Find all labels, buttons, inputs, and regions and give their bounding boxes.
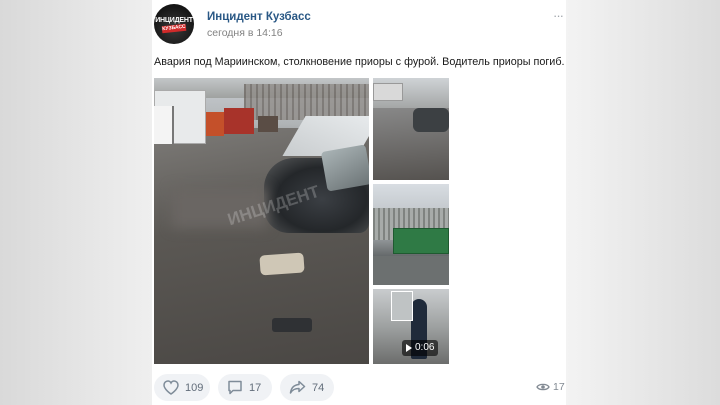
page-background-left bbox=[0, 0, 152, 405]
seat-cushion bbox=[259, 252, 305, 276]
avatar[interactable]: ИНЦИДЕНТ КУЗБАСС bbox=[154, 4, 194, 44]
truck-white-cab bbox=[154, 106, 174, 144]
debris-bottom bbox=[272, 318, 312, 332]
post-text: Авария под Мариинском, столкновение прио… bbox=[154, 56, 565, 68]
post-card: ИНЦИДЕНТ КУЗБАСС Инцидент Кузбасс сегодн… bbox=[152, 0, 566, 405]
video-duration-badge: 0:06 bbox=[402, 340, 439, 356]
comment-icon bbox=[227, 380, 243, 395]
video-duration: 0:06 bbox=[415, 342, 435, 353]
post-author[interactable]: Инцидент Кузбасс bbox=[207, 11, 311, 23]
like-count: 109 bbox=[185, 381, 204, 394]
views-count: 17 bbox=[553, 381, 565, 393]
inset-photo bbox=[391, 291, 413, 321]
avatar-logo-line1: ИНЦИДЕНТ bbox=[155, 17, 193, 24]
post-video-thumb[interactable]: 0:06 bbox=[373, 289, 449, 364]
trucks bbox=[373, 83, 403, 101]
post-photo-main[interactable]: ИНЦИДЕНТ bbox=[154, 78, 369, 364]
post-timestamp[interactable]: сегодня в 14:16 bbox=[207, 27, 283, 39]
share-count: 74 bbox=[312, 381, 325, 394]
comment-count: 17 bbox=[249, 381, 262, 394]
trees bbox=[244, 84, 369, 120]
more-options-icon[interactable]: ··· bbox=[552, 9, 564, 24]
page-background-right bbox=[566, 0, 720, 405]
road bbox=[373, 256, 449, 285]
play-icon bbox=[406, 344, 412, 352]
views-counter: 17 bbox=[536, 381, 565, 393]
like-button[interactable]: 109 bbox=[154, 374, 210, 401]
comment-button[interactable]: 17 bbox=[218, 374, 272, 401]
eye-icon bbox=[536, 382, 550, 392]
post-photo-thumb-1[interactable] bbox=[373, 78, 449, 180]
truck-green bbox=[393, 228, 449, 254]
share-icon bbox=[289, 380, 306, 395]
avatar-logo-line2: КУЗБАСС bbox=[161, 23, 187, 34]
post-photo-thumb-2[interactable] bbox=[373, 184, 449, 285]
truck-orange bbox=[206, 112, 224, 136]
car-debris bbox=[320, 144, 369, 192]
truck-red bbox=[224, 108, 254, 134]
heart-icon bbox=[163, 380, 179, 395]
wreck bbox=[413, 108, 449, 132]
truck-far bbox=[258, 116, 278, 132]
share-button[interactable]: 74 bbox=[280, 374, 334, 401]
